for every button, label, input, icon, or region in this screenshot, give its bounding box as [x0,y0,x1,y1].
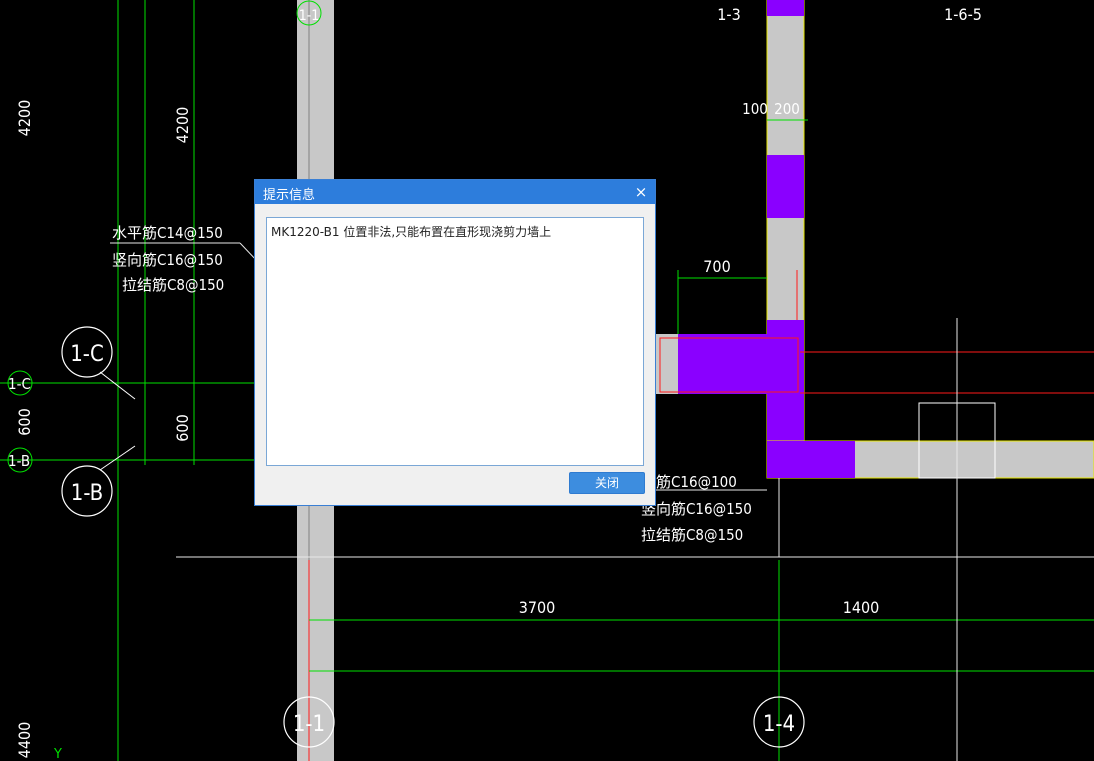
axis-label-edge-1c: 1-C [8,375,31,393]
hint-dialog: 提示信息 × MK1220-B1 位置非法,只能布置在直形现浇剪力墙上 关闭 [254,179,656,506]
rebar-right-line2: 竖向筋C16@150 [641,500,752,518]
dim-left-top: 4200 [15,100,34,137]
close-icon[interactable]: × [627,180,655,204]
wall-purple-top [767,0,804,16]
dim-left-mid: 600 [15,408,34,435]
axis-bubble-1c-label: 1-C [70,342,104,367]
close-button[interactable]: 关闭 [569,472,645,494]
dialog-title: 提示信息 [263,188,316,203]
dim-inner-top: 4200 [173,107,192,144]
dim-bottom-1400: 1400 [843,598,880,617]
axis-label-edge-1b: 1-B [8,452,30,470]
rebar-left-line2: 竖向筋C16@150 [112,251,223,269]
axis-bubble-bottom-1-4-label: 1-4 [763,712,795,737]
axis-label-top-1-6-5: 1-6-5 [944,5,982,24]
rebar-right-line3: 拉结筋C8@150 [641,526,743,544]
rebar-left-line1: 水平筋C14@150 [112,224,223,242]
dim-right-top-b: 200 [774,100,800,118]
axis-label-top-1-3: 1-3 [717,5,741,24]
dim-right-700: 700 [703,257,730,276]
dialog-message: MK1220-B1 位置非法,只能布置在直形现浇剪力墙上 [271,225,552,239]
dialog-titlebar[interactable]: 提示信息 × [255,180,655,204]
dialog-message-box[interactable]: MK1220-B1 位置非法,只能布置在直形现浇剪力墙上 [266,217,644,466]
axis-bubble-1b-label: 1-B [71,481,104,506]
wall-stub-grey [656,334,678,394]
wall-purple-mid [767,155,804,218]
y-axis-label: Y [53,747,62,761]
rebar-left-line3: 拉结筋C8@150 [122,276,224,294]
dim-inner-mid: 600 [173,414,192,441]
axis-bubble-bottom-1-1-label: 1-1 [293,712,325,737]
wall-purple-bottom [767,441,855,478]
dim-left-bottom: 4400 [15,722,34,759]
dim-bottom-3700: 3700 [519,598,556,617]
axis-label-top-1-1: 1-1 [299,8,320,24]
rebar-right-line1: 筋C16@100 [656,473,737,491]
dim-right-top-a: 100 [742,100,768,118]
